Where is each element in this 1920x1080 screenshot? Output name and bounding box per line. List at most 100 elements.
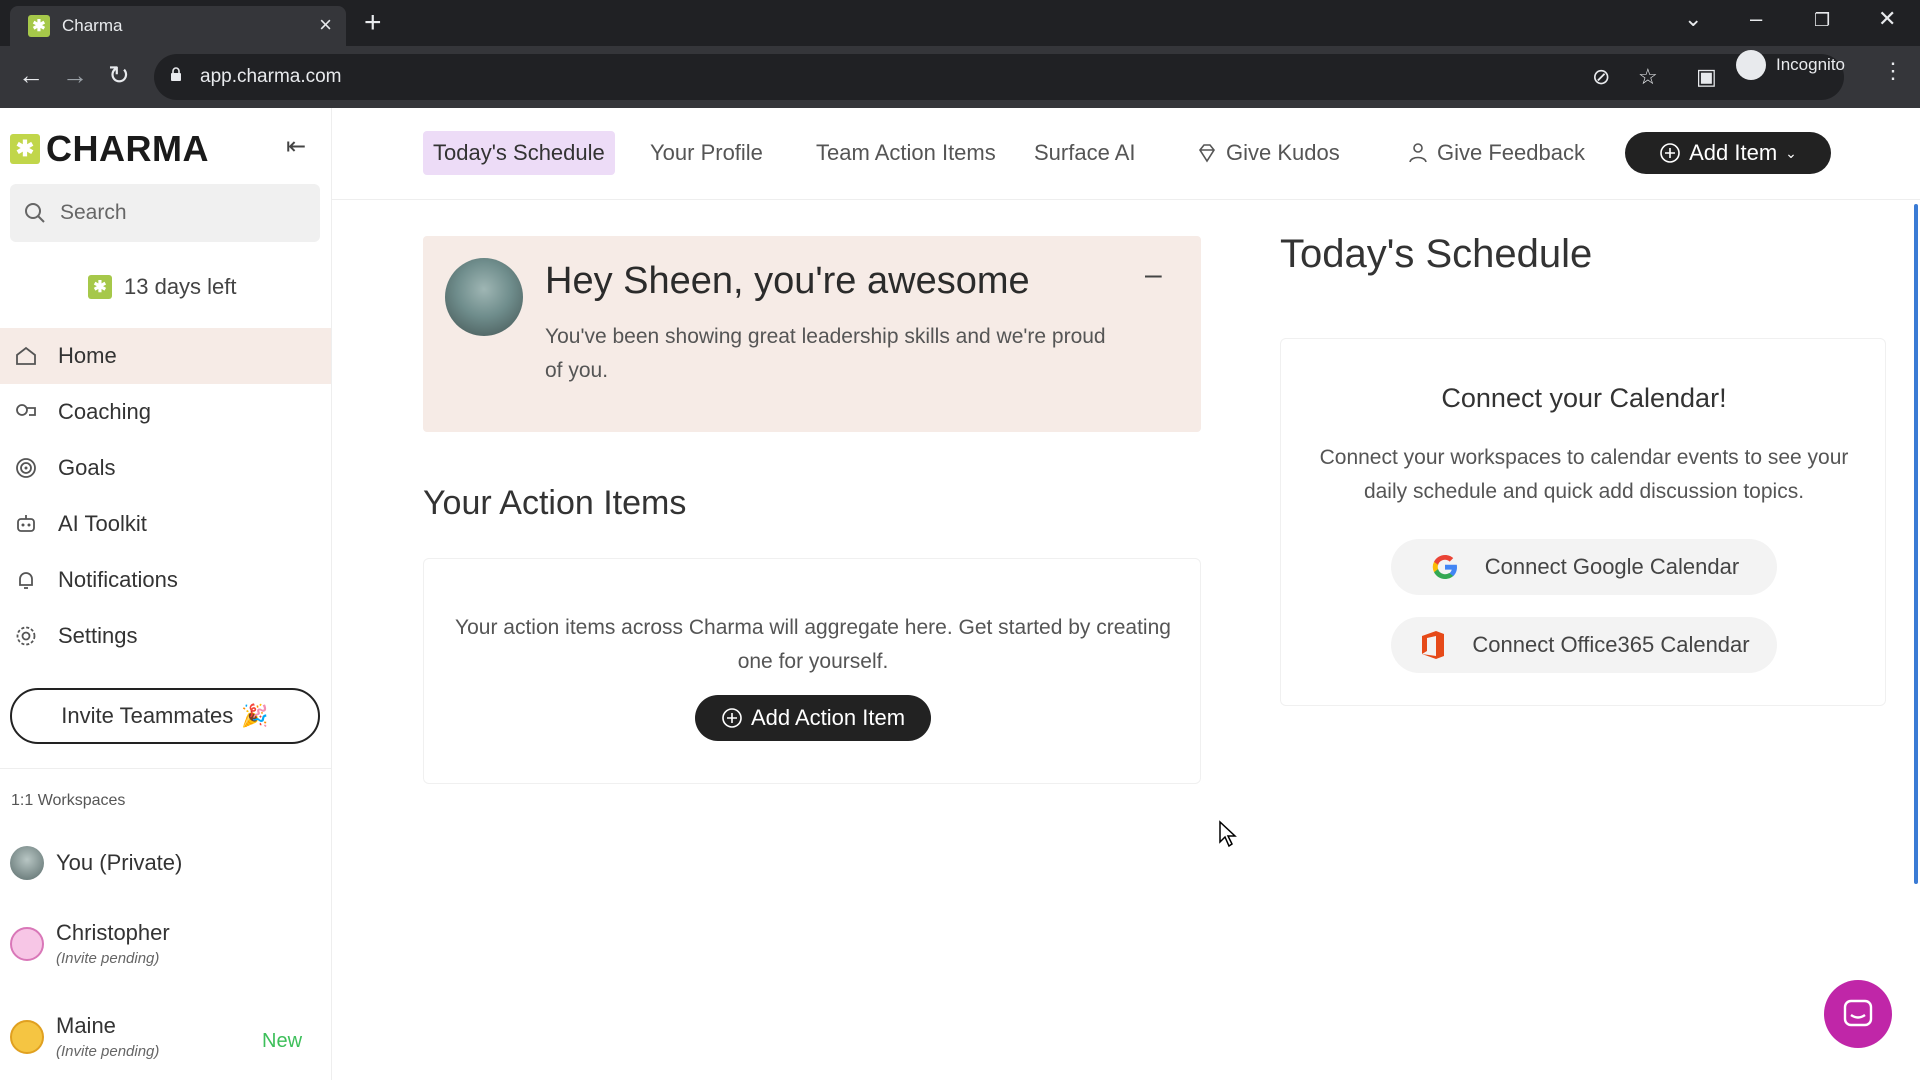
connect-calendar-card: Connect your Calendar! Connect your work… xyxy=(1280,338,1886,706)
tab-label: Your Profile xyxy=(650,140,763,165)
tab-search-icon[interactable]: ⌄ xyxy=(1684,6,1702,32)
sidebar-item-label: Settings xyxy=(58,623,138,648)
logo[interactable]: ✱ CHARMA xyxy=(10,128,209,170)
connect-google-calendar-button[interactable]: Connect Google Calendar xyxy=(1391,539,1777,595)
calendar-card-desc: Connect your workspaces to calendar even… xyxy=(1319,446,1849,503)
new-badge: New xyxy=(262,1030,303,1052)
tab-label: Team Action Items xyxy=(816,140,996,165)
back-icon[interactable]: ← xyxy=(18,60,44,91)
browser-menu-icon[interactable]: ⋮ xyxy=(1882,58,1904,84)
feedback-person-icon xyxy=(1409,143,1427,163)
divider xyxy=(0,768,331,769)
reload-icon[interactable]: ↻ xyxy=(108,60,130,91)
minimize-icon[interactable]: – xyxy=(1145,258,1162,292)
give-kudos-label: Give Kudos xyxy=(1226,140,1340,165)
give-feedback-button[interactable]: Give Feedback xyxy=(1397,131,1595,175)
tab-your-profile[interactable]: Your Profile xyxy=(640,131,773,175)
address-bar[interactable]: app.charma.com ⊘ ☆ xyxy=(154,54,1844,100)
side-panel-icon[interactable]: ▣ xyxy=(1696,64,1717,90)
sidebar-item-label: Notifications xyxy=(58,567,178,592)
forward-icon[interactable]: → xyxy=(62,60,88,91)
eye-off-icon[interactable]: ⊘ xyxy=(1592,64,1610,90)
sidebar: ✱ CHARMA ⇤ ✱ 13 days left Home Coaching … xyxy=(0,108,332,1080)
search-box[interactable] xyxy=(10,184,320,242)
sidebar-item-label: AI Toolkit xyxy=(58,511,147,536)
avatar xyxy=(10,846,44,880)
avatar xyxy=(445,258,523,336)
action-items-empty-text: Your action items across Charma will agg… xyxy=(455,616,1171,673)
connect-google-label: Connect Google Calendar xyxy=(1484,554,1740,579)
sidebar-item-coaching[interactable]: Coaching xyxy=(0,384,331,440)
browser-tab[interactable]: ✱ Charma × xyxy=(10,6,346,46)
url-text: app.charma.com xyxy=(200,66,342,87)
add-item-label: Add Item xyxy=(1689,140,1778,165)
invite-status: (Invite pending) xyxy=(56,950,160,967)
schedule-heading: Today's Schedule xyxy=(1280,232,1593,276)
charma-favicon-icon: ✱ xyxy=(28,15,50,37)
bookmark-star-icon[interactable]: ☆ xyxy=(1638,64,1658,90)
sidebar-nav: Home Coaching Goals AI Toolkit Notificat… xyxy=(0,328,331,664)
workspace-item[interactable]: Christopher (Invite pending) xyxy=(10,920,170,967)
tab-team-action-items[interactable]: Team Action Items xyxy=(806,131,1006,175)
profile-label: Incognito xyxy=(1776,55,1845,74)
minimize-icon[interactable]: – xyxy=(1750,6,1762,32)
connect-office365-calendar-button[interactable]: Connect Office365 Calendar xyxy=(1391,617,1777,673)
workspace-item[interactable]: You (Private) xyxy=(10,846,182,880)
window-close-icon[interactable]: ✕ xyxy=(1878,6,1896,32)
sidebar-item-settings[interactable]: Settings xyxy=(0,608,331,664)
restore-icon[interactable]: ❐ xyxy=(1814,10,1830,31)
diamond-icon xyxy=(1199,144,1215,163)
invite-label: Invite Teammates xyxy=(61,703,234,728)
invite-teammates-button[interactable]: Invite Teammates 🎉 xyxy=(10,688,320,744)
lock-icon xyxy=(171,67,181,81)
workspace-name: Christopher xyxy=(56,920,170,945)
search-input[interactable] xyxy=(60,201,300,225)
sidebar-item-home[interactable]: Home xyxy=(0,328,331,384)
trial-status: ✱ 13 days left xyxy=(88,274,237,300)
chat-support-button[interactable] xyxy=(1824,980,1892,1048)
charma-logo-icon: ✱ xyxy=(10,134,40,164)
incognito-icon xyxy=(1736,50,1766,80)
give-kudos-button[interactable]: Give Kudos xyxy=(1186,131,1350,175)
bell-icon xyxy=(19,572,33,589)
add-item-button[interactable]: Add Item ⌄ xyxy=(1625,132,1831,174)
trial-text: 13 days left xyxy=(124,274,237,299)
robot-icon xyxy=(17,515,35,532)
close-icon[interactable]: × xyxy=(319,12,332,38)
invite-status: (Invite pending) xyxy=(56,1043,160,1060)
sidebar-item-ai-toolkit[interactable]: AI Toolkit xyxy=(0,496,331,552)
home-icon xyxy=(16,346,36,365)
add-action-item-label: Add Action Item xyxy=(750,705,906,730)
collapse-sidebar-icon[interactable]: ⇤ xyxy=(286,132,306,161)
workspace-name: You (Private) xyxy=(56,850,183,875)
mouse-cursor-icon xyxy=(1219,820,1237,848)
browser-tab-strip: ✱ Charma × + ⌄ – ❐ ✕ xyxy=(0,0,1920,46)
workspace-item[interactable]: Maine (Invite pending) xyxy=(10,1013,159,1060)
chat-icon xyxy=(1843,999,1873,1027)
search-icon xyxy=(25,203,45,223)
top-nav: Today's Schedule Your Profile Team Actio… xyxy=(332,108,1920,200)
give-feedback-label: Give Feedback xyxy=(1437,140,1585,165)
app: ✱ CHARMA ⇤ ✱ 13 days left Home Coaching … xyxy=(0,108,1920,1080)
tab-todays-schedule[interactable]: Today's Schedule xyxy=(423,131,615,175)
sidebar-item-goals[interactable]: Goals xyxy=(0,440,331,496)
tab-title: Charma xyxy=(62,16,123,35)
scrollbar[interactable] xyxy=(1914,204,1918,884)
office365-icon xyxy=(1422,631,1445,659)
tab-surface-ai[interactable]: Surface AI xyxy=(1024,131,1146,175)
kudos-body: You've been showing great leadership ski… xyxy=(545,325,1106,382)
sidebar-item-label: Home xyxy=(58,343,117,368)
plus-circle-icon xyxy=(1660,143,1680,163)
action-items-card: Your action items across Charma will agg… xyxy=(423,558,1201,784)
sidebar-item-label: Goals xyxy=(58,455,116,480)
target-icon xyxy=(16,458,36,478)
add-action-item-button[interactable]: Add Action Item xyxy=(695,695,931,741)
sidebar-item-notifications[interactable]: Notifications xyxy=(0,552,331,608)
tab-label: Today's Schedule xyxy=(433,140,605,165)
workspaces-label: 1:1 Workspaces xyxy=(11,792,126,809)
new-tab-icon[interactable]: + xyxy=(364,6,382,40)
incognito-profile[interactable]: Incognito xyxy=(1736,50,1845,80)
avatar xyxy=(10,1019,44,1054)
connect-office-label: Connect Office365 Calendar xyxy=(1472,632,1750,657)
workspace-name: Maine xyxy=(56,1013,116,1038)
